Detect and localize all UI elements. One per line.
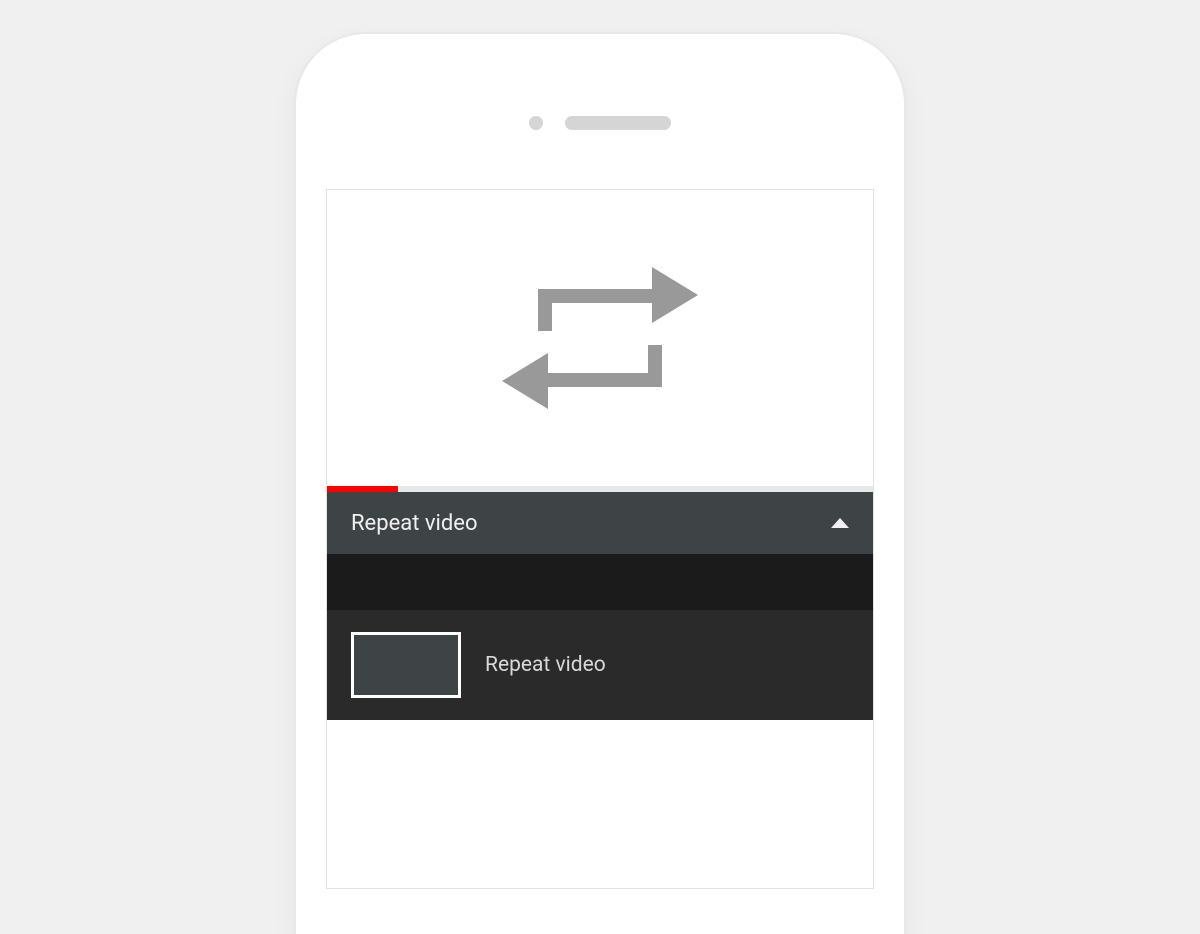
video-progress-fill (327, 486, 398, 492)
playlist-spacer (327, 554, 873, 610)
video-thumbnail (351, 632, 461, 698)
playlist-header[interactable]: Repeat video (327, 492, 873, 554)
playlist-item-title: Repeat video (485, 653, 606, 677)
chevron-up-icon (831, 518, 849, 528)
repeat-icon (500, 253, 700, 423)
phone-screen: Repeat video Repeat video (326, 189, 874, 889)
speaker-grille-icon (565, 116, 671, 130)
video-player-area[interactable] (327, 190, 873, 486)
camera-dot-icon (529, 116, 543, 130)
phone-frame: Repeat video Repeat video (296, 34, 904, 934)
playlist-item[interactable]: Repeat video (327, 610, 873, 720)
playlist-header-title: Repeat video (351, 511, 478, 536)
phone-speaker-area (296, 116, 904, 130)
video-progress-bar[interactable] (327, 486, 873, 492)
